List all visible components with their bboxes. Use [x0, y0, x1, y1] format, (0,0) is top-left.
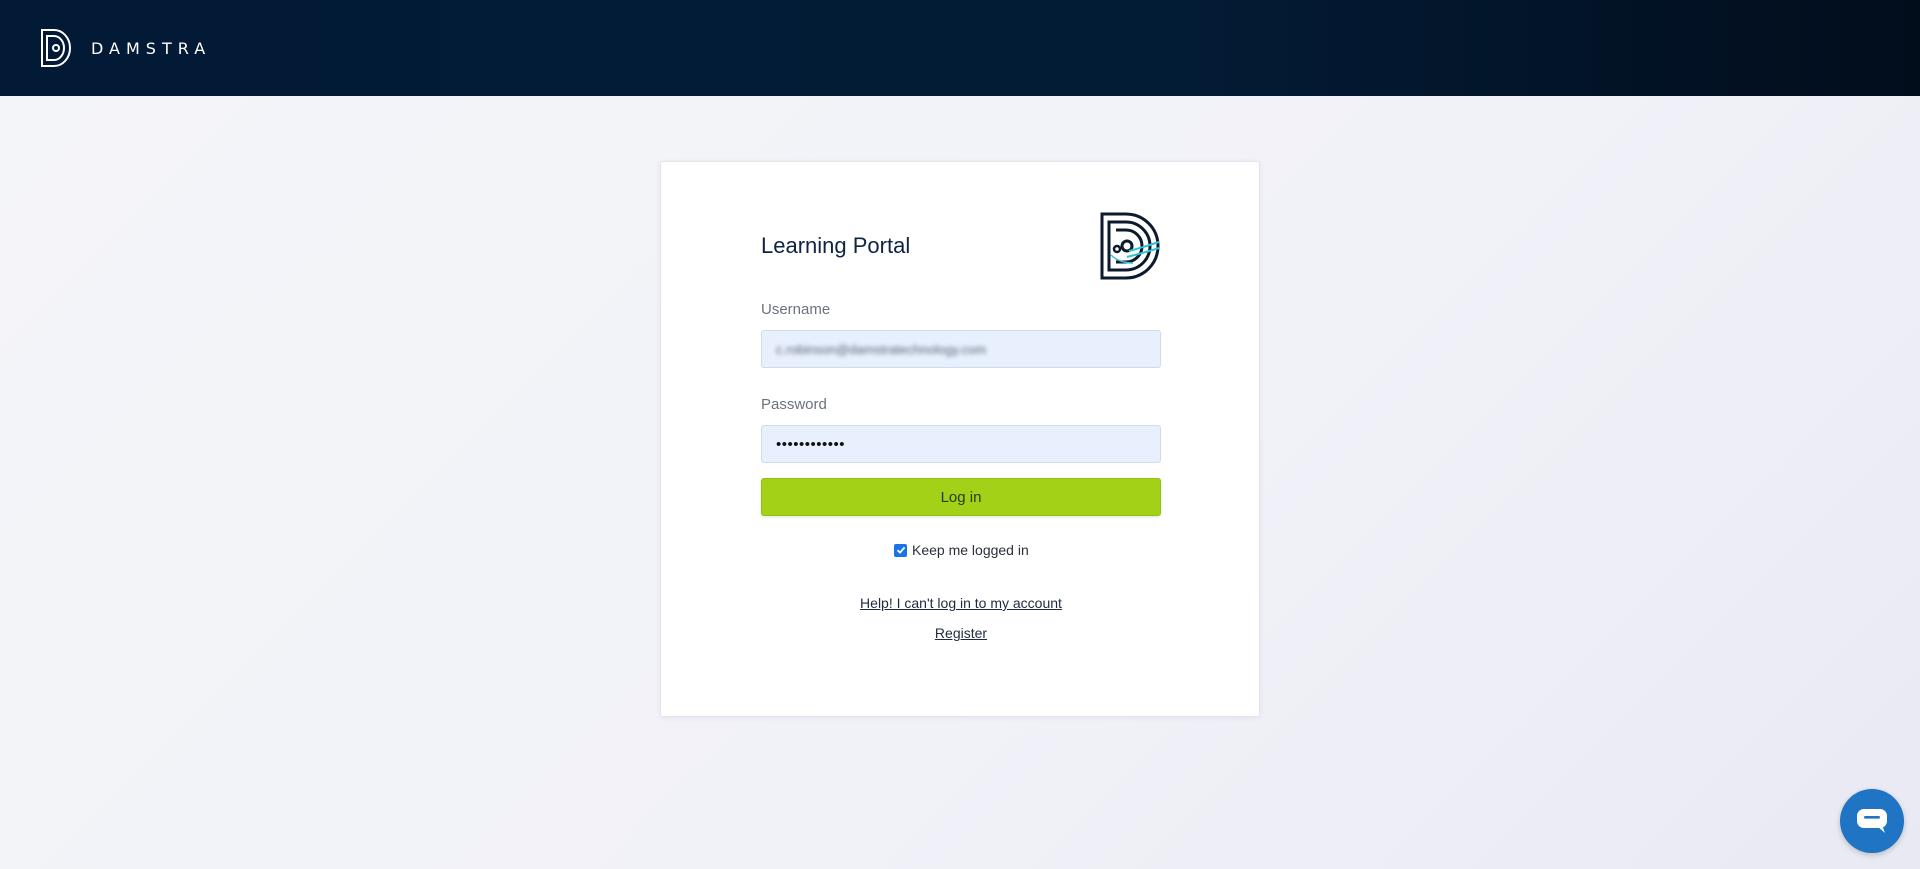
damstra-logo-icon — [1100, 212, 1160, 280]
login-card: Learning Portal Username c.robinson@dams… — [660, 161, 1260, 717]
top-bar: DAMSTRA — [0, 0, 1920, 96]
brand-logo[interactable]: DAMSTRA — [40, 28, 211, 68]
register-link[interactable]: Register — [661, 625, 1261, 641]
username-label: Username — [761, 301, 831, 318]
keep-logged-in-checkbox[interactable] — [894, 543, 907, 557]
password-field[interactable]: •••••••••••• — [761, 425, 1161, 463]
username-field[interactable]: c.robinson@damstratechnology.com — [761, 330, 1161, 368]
password-value: •••••••••••• — [776, 435, 846, 453]
keep-logged-in-label: Keep me logged in — [912, 542, 1029, 558]
password-label: Password — [761, 396, 827, 413]
checkmark-icon — [896, 546, 905, 554]
brand-name: DAMSTRA — [91, 38, 212, 58]
chat-button[interactable] — [1840, 789, 1904, 853]
chat-bubble-icon — [1857, 809, 1887, 833]
username-value: c.robinson@damstratechnology.com — [776, 341, 987, 357]
login-button[interactable]: Log in — [761, 478, 1161, 516]
help-link[interactable]: Help! I can't log in to my account — [661, 595, 1261, 611]
page-title: Learning Portal — [761, 233, 911, 258]
keep-logged-in[interactable]: Keep me logged in — [894, 542, 1029, 558]
damstra-logo-icon — [41, 29, 71, 67]
